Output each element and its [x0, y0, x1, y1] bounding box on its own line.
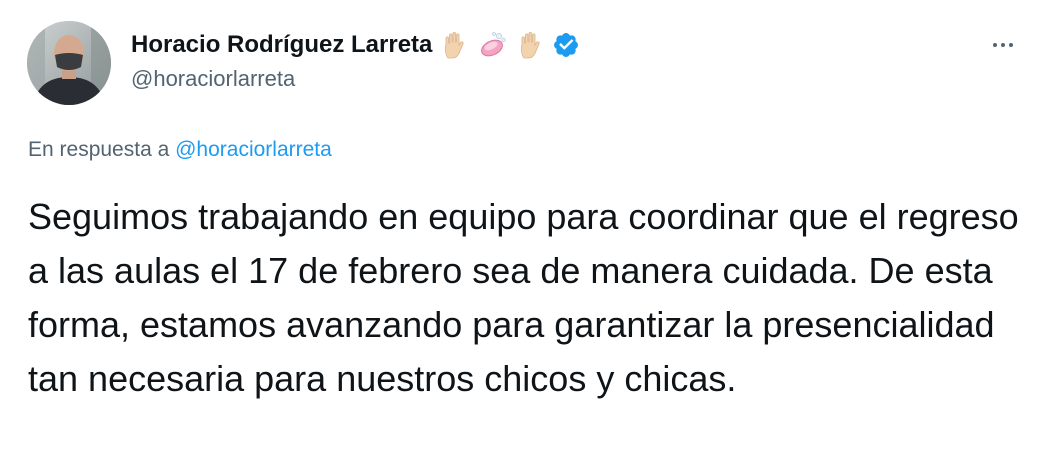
tweet-text: Seguimos trabajando en equipo para coord… [28, 196, 1019, 399]
avatar-image [27, 21, 111, 105]
reply-mention-link[interactable]: @horaciorlarreta [175, 138, 332, 161]
more-dot [993, 43, 997, 47]
avatar[interactable] [27, 21, 111, 105]
reply-prefix: En respuesta a [28, 138, 170, 161]
more-options-icon[interactable] [986, 30, 1020, 60]
author-name-row: Horacio Rodríguez Larreta [131, 28, 580, 62]
tweet-card: Horacio Rodríguez Larreta @horaciorlarre… [0, 0, 1048, 465]
more-dot [1001, 43, 1005, 47]
author-display-name[interactable]: Horacio Rodríguez Larreta [131, 31, 432, 59]
verified-badge-icon [554, 33, 579, 57]
author-handle[interactable]: @horaciorlarreta [131, 66, 580, 92]
raised-hand-emoji-icon [445, 31, 464, 59]
more-dot [1009, 43, 1013, 47]
reply-context: En respuesta a @horaciorlarreta [28, 138, 332, 162]
tweet-header: Horacio Rodríguez Larreta @horaciorlarre… [131, 28, 580, 92]
soap-emoji-icon [481, 32, 507, 57]
raised-hand-emoji-icon [521, 31, 540, 59]
